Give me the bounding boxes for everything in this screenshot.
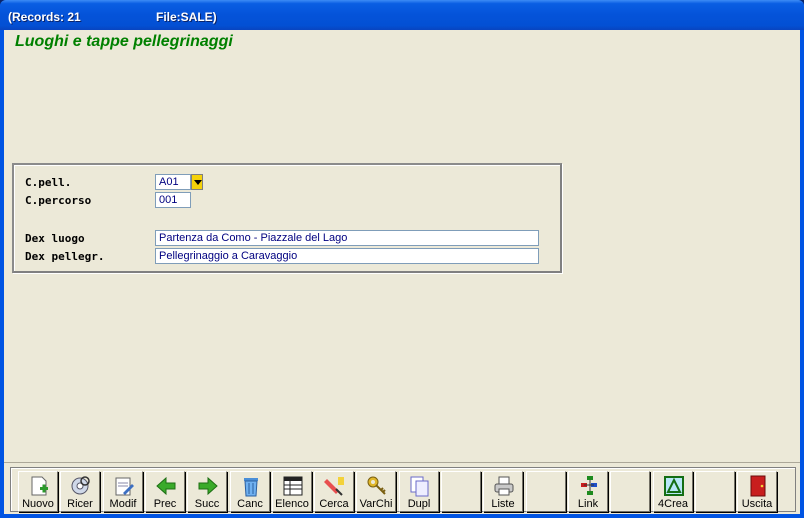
toolbar-button-label: VarChi: [359, 498, 393, 510]
toolbar-button-elenco[interactable]: Elenco: [272, 471, 312, 512]
toolbar-button-cerca[interactable]: Cerca: [314, 471, 354, 512]
toolbar-button-label: Uscita: [741, 498, 773, 510]
toolbar-button-label: Nuovo: [22, 498, 54, 510]
record-fields-group: C.pell. A01 C.percorso 001 Dex luogo Par…: [12, 163, 562, 273]
toolbar-button-nuovo[interactable]: Nuovo: [18, 471, 58, 512]
form-area: Luoghi e tappe pellegrinaggi C.pell. A01…: [4, 30, 800, 514]
dexpellegr-label: Dex pellegr.: [25, 250, 105, 263]
cpell-combo[interactable]: A01: [155, 174, 191, 190]
edit-icon: [113, 475, 135, 497]
toolbar-button-ricer[interactable]: Ricer: [60, 471, 100, 512]
records-count: (Records: 21: [8, 10, 81, 24]
title-bar[interactable]: (Records: 21 File:SALE): [0, 0, 804, 30]
search-disk-icon: [70, 475, 92, 497]
toolbar-button-dupl[interactable]: Dupl: [399, 471, 439, 512]
toolbar-button-label: Canc: [237, 498, 263, 510]
toolbar-button-label: Dupl: [407, 498, 431, 510]
dexpellegr-field[interactable]: Pellegrinaggio a Caravaggio: [155, 248, 539, 264]
toolbar-button-label: Succ: [194, 498, 220, 510]
bottom-toolbar: Nuovo Ricer Modif Prec Succ Canc Elenco Cerca Va…: [4, 462, 800, 514]
find-icon: [324, 475, 346, 497]
toolbar-button-4crea[interactable]: 4Crea: [653, 471, 693, 512]
link-tree-icon: [578, 475, 600, 497]
toolbar-button-empty[interactable]: [441, 471, 481, 512]
app-window: (Records: 21 File:SALE) Luoghi e tappe p…: [0, 0, 804, 518]
keys-icon: [366, 475, 388, 497]
trash-icon: [240, 475, 262, 497]
toolbar-button-label: Cerca: [319, 498, 349, 510]
toolbar-button-liste[interactable]: Liste: [483, 471, 523, 512]
toolbar-button-uscita[interactable]: Uscita: [737, 471, 777, 512]
toolbar-panel: Nuovo Ricer Modif Prec Succ Canc Elenco Cerca Va…: [10, 467, 796, 512]
toolbar-button-empty[interactable]: [526, 471, 566, 512]
toolbar-button-canc[interactable]: Canc: [230, 471, 270, 512]
dexluogo-field[interactable]: Partenza da Como - Piazzale del Lago: [155, 230, 539, 246]
cpell-label: C.pell.: [25, 176, 72, 189]
toolbar-button-label: Link: [577, 498, 599, 510]
toolbar-button-label: Ricer: [67, 498, 93, 510]
toolbar-button-label: Liste: [491, 498, 515, 510]
cpercorso-label: C.percorso: [25, 194, 92, 207]
dexluogo-label: Dex luogo: [25, 232, 85, 245]
toolbar-button-label: Elenco: [275, 498, 309, 510]
toolbar-button-label: Prec: [153, 498, 177, 510]
toolbar-button-link[interactable]: Link: [568, 471, 608, 512]
exit-door-icon: [747, 475, 769, 497]
form-title: Luoghi e tappe pellegrinaggi: [15, 33, 233, 50]
printer-icon: [493, 475, 515, 497]
arrow-left-icon: [155, 475, 177, 497]
toolbar-button-prec[interactable]: Prec: [145, 471, 185, 512]
toolbar-button-succ[interactable]: Succ: [187, 471, 227, 512]
toolbar-button-modif[interactable]: Modif: [103, 471, 143, 512]
toolbar-button-label: 4Crea: [658, 498, 688, 510]
create-icon: [663, 475, 685, 497]
cpell-dropdown-icon[interactable]: [191, 174, 203, 190]
toolbar-button-empty[interactable]: [610, 471, 650, 512]
cpercorso-field[interactable]: 001: [155, 192, 191, 208]
toolbar-button-label: Modif: [109, 498, 137, 510]
toolbar-button-varchi[interactable]: VarChi: [356, 471, 396, 512]
new-icon: [28, 475, 50, 497]
arrow-right-icon: [197, 475, 219, 497]
toolbar-button-empty[interactable]: [695, 471, 735, 512]
list-grid-icon: [282, 475, 304, 497]
duplicate-icon: [409, 475, 431, 497]
file-name: File:SALE): [156, 10, 217, 24]
